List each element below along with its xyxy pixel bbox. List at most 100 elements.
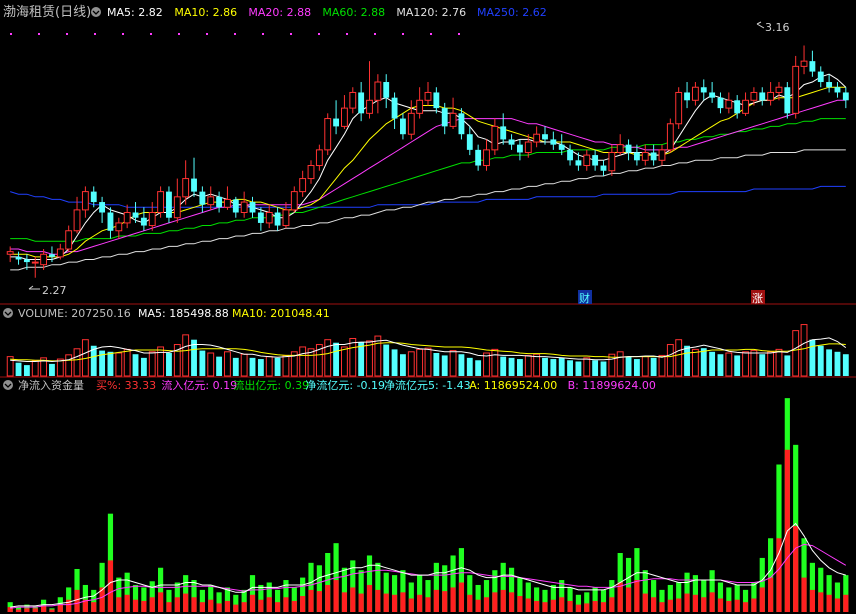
candle-body [700,87,707,93]
candle-body [691,86,699,101]
flow-bar-buy [107,560,114,612]
candle-body [550,139,557,145]
flow-bar-buy [41,605,47,612]
volume-bar [199,350,206,376]
volume-bar [115,352,123,377]
candle-body [466,134,473,150]
volume-bar [224,351,231,377]
candle-body [115,222,123,232]
volume-bar [641,356,649,377]
ma-legend-item: MA250: 2.62 [477,6,547,19]
flow-bar-buy [467,594,473,612]
candle-body [809,61,816,72]
high-price-label: 3.16 [765,21,790,34]
volume-header: VOLUME: 207250.16 MA5: 185498.88 MA10: 2… [3,307,330,320]
flow-bar-buy [458,582,465,612]
candle-body [23,259,30,263]
volume-bar [449,350,457,377]
volume-bar [132,354,139,376]
flow-legend-item: B: 11899624.00 [568,379,656,392]
flow-bar-buy [283,597,289,612]
volume-bar [216,356,223,376]
marker-limit-up-label: 涨 [752,292,763,305]
candle-body [366,99,373,114]
volume-ma5: MA5: 185498.88 [138,307,229,320]
collapse-toggle-flow[interactable] [3,380,13,390]
candle-body [675,91,683,125]
candle-body [224,198,231,208]
candle-body [374,81,382,101]
volume-bar [366,340,373,377]
candle-body [290,191,298,211]
flow-bar-buy [483,597,490,612]
flow-bar-buy [341,592,348,612]
volume-bar [767,351,775,377]
volume-bar [341,346,348,377]
candle-body [775,86,783,93]
volume-bar [809,339,816,376]
flow-legend-item: 买%: 33.33 [96,379,156,392]
volume-bar [734,355,741,376]
candle-body [508,139,515,145]
candle-body [324,118,332,151]
volume-bar [650,357,657,376]
flow-bar-buy [575,604,582,612]
marker-fin[interactable]: 财 [578,290,592,305]
volume-bar [475,360,482,376]
volume-bar [107,351,114,376]
candle-body [400,118,406,135]
flow-bar-buy [667,599,673,612]
flow-bar-buy [333,580,339,612]
flow-bar-buy [625,587,632,612]
chevron-down-icon [3,308,13,318]
candle-body [307,165,315,180]
candle-body [424,91,432,101]
flow-legend-item: 流入亿元: 0.19 [161,378,237,392]
volume-bar [265,356,273,377]
flow-bar-buy [793,525,799,612]
flow-bar-buy [500,589,506,612]
candle-body [282,209,290,227]
signal-dot [94,33,96,35]
volume-bar [49,363,55,376]
flow-title: 净流入资金量 [18,378,84,392]
candle [666,118,674,153]
flow-bar-buy [149,597,155,612]
candle-body [257,212,264,223]
candle-body [416,99,424,114]
candle-body [759,92,766,101]
flow-bar-buy [425,597,431,612]
flow-bar-buy [417,594,423,612]
flow-bar-buy [366,584,373,612]
flow-bar-buy [241,602,247,612]
candle-body [315,149,323,167]
flow-legend-item: 流出亿元: 0.39 [233,378,309,392]
volume-bar [333,342,340,376]
volume-bar [148,351,156,377]
marker-limit-up[interactable]: 涨 [751,290,765,305]
volume-bar [140,357,147,376]
candle-body [433,92,440,109]
flow-bar-buy [233,604,239,612]
volume-bar [558,357,565,376]
volume-bar [675,339,683,377]
flow-bar-buy [651,597,657,612]
flow-bar-buy [15,609,22,612]
volume-bar [542,357,548,376]
signal-dot [346,33,348,35]
collapse-toggle-price[interactable] [91,7,101,17]
flow-bar-buy [433,589,439,612]
flow-bar-buy [74,589,80,612]
volume-bar [299,346,307,377]
volume-bar [391,349,398,376]
volume-bar [400,354,406,376]
ma-legend-item: MA5: 2.82 [107,6,163,19]
flow-bar-buy [809,589,815,612]
flow-legend-item: 净流亿元: -0.19 [305,378,385,392]
collapse-toggle-volume[interactable] [3,308,13,318]
candle-body [817,71,824,83]
volume-bar [658,354,666,377]
candle-body [616,144,624,153]
flow-bar-buy [709,592,715,612]
volume-bar [500,356,507,376]
